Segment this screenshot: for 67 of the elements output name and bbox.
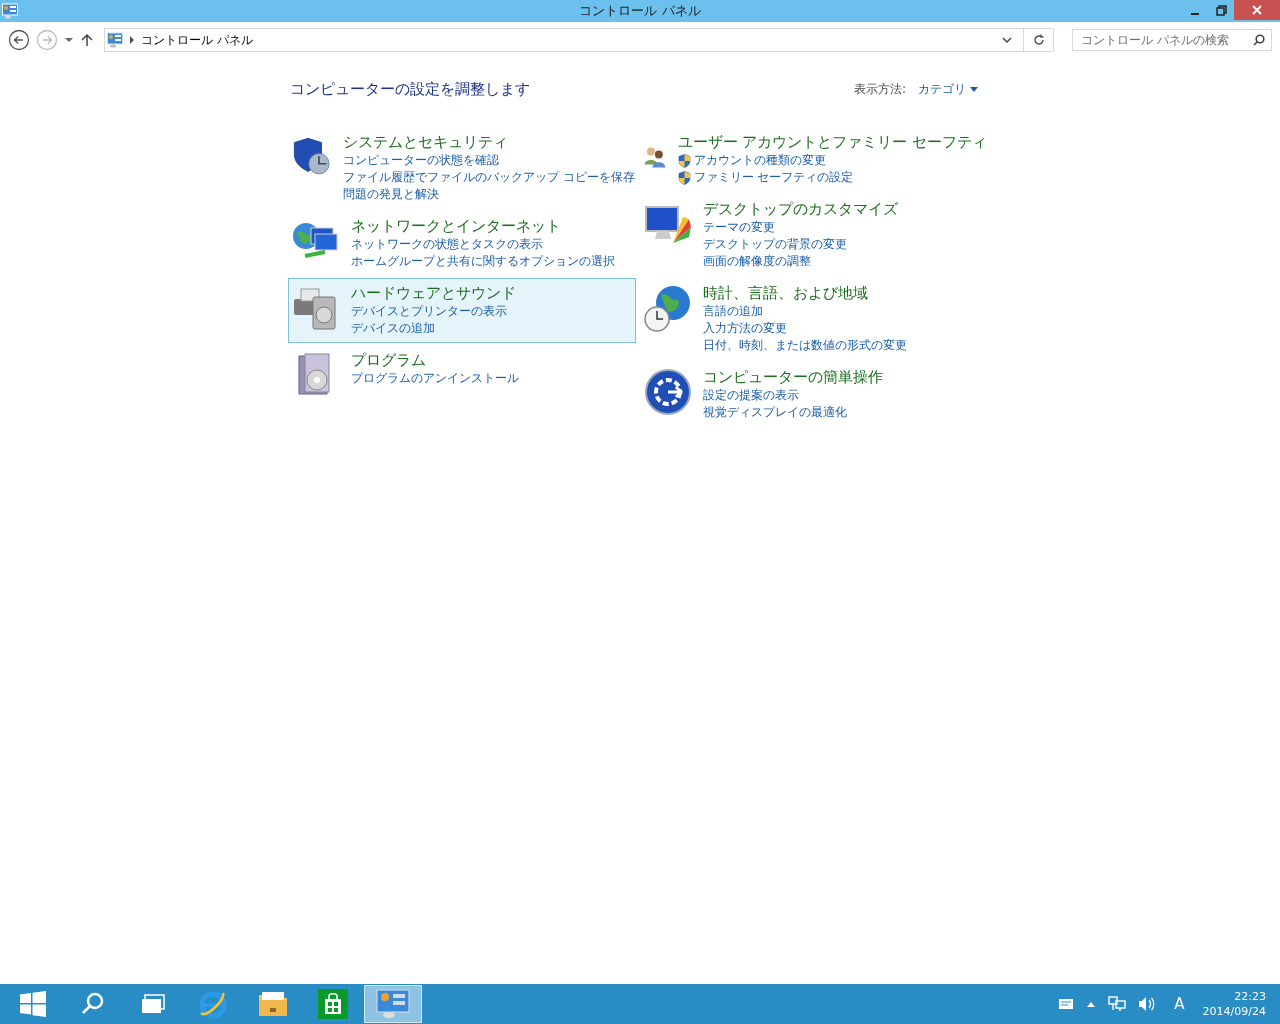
clock-date: 2014/09/24 [1202,1004,1266,1019]
task-link[interactable]: ホームグループと共有に関するオプションの選択 [351,253,615,270]
task-link[interactable]: 視覚ディスプレイの最適化 [703,404,883,421]
accessibility-icon [643,367,693,417]
task-link[interactable]: ファイル履歴でファイルのバックアップ コピーを保存 [343,169,635,186]
input-mode-button[interactable]: A [1168,995,1191,1013]
clock-time: 22:23 [1234,989,1266,1004]
category-link[interactable]: ハードウェアとサウンド [351,283,516,303]
category-link[interactable]: デスクトップのカスタマイズ [703,199,898,219]
task-link[interactable]: コンピューターの状態を確認 [343,152,635,169]
task-link[interactable]: デバイスとプリンターの表示 [351,303,516,320]
taskbar-button[interactable] [364,985,422,1023]
category-link[interactable]: コンピューターの簡単操作 [703,367,883,387]
recent-pages-button[interactable] [64,35,74,45]
view-by-label: 表示方法: [853,81,906,98]
search-icon [1253,34,1265,46]
globe-clock-icon [643,283,693,333]
address-bar[interactable]: コントロール パネル [104,28,1054,52]
window-title: コントロール パネル [578,2,702,20]
shield-icon [677,153,691,168]
page-heading: コンピューターの設定を調整します [290,80,530,99]
restore-icon [1215,4,1227,16]
refresh-icon [1032,34,1045,46]
category-link[interactable]: ネットワークとインターネット [351,216,615,236]
control-panel-icon [376,989,410,1019]
close-button[interactable] [1234,0,1280,20]
back-button[interactable] [8,29,30,51]
task-link[interactable]: 入力方法の変更 [703,320,907,337]
forward-button[interactable] [36,29,58,51]
browser-e-icon [198,989,228,1019]
chevron-down-icon [1002,36,1012,44]
view-by-dropdown[interactable]: カテゴリ [918,81,978,98]
up-button[interactable] [80,33,94,47]
task-link[interactable]: ファミリー セーフティの設定 [677,169,987,186]
task-link[interactable]: 設定の提案の表示 [703,387,883,404]
category-link[interactable]: 時計、言語、および地域 [703,283,907,303]
control-panel-icon [107,32,123,48]
minimize-icon [1191,13,1199,15]
task-link[interactable]: プログラムのアンインストール [351,370,519,387]
category-link[interactable]: システムとセキュリティ [343,132,635,152]
task-link[interactable]: 画面の解像度の調整 [703,253,898,270]
search-field[interactable]: コントロール パネルの検索 [1072,29,1272,51]
category-link[interactable]: ユーザー アカウントとファミリー セーフティ [677,132,987,152]
shield-icon [677,170,691,185]
task-link[interactable]: ネットワークの状態とタスクの表示 [351,236,615,253]
task-link[interactable]: 言語の追加 [703,303,907,320]
task-link[interactable]: アカウントの種類の変更 [677,152,987,169]
folder-icon [258,991,288,1017]
search-icon [81,992,105,1016]
task-link[interactable]: 問題の発見と解決 [343,186,635,203]
network-icon[interactable] [1108,996,1127,1012]
task-link[interactable]: 日付、時刻、または数値の形式の変更 [703,337,907,354]
task-link[interactable]: デスクトップの背景の変更 [703,236,898,253]
windows-stack-icon [141,994,165,1014]
address-path: コントロール パネル [141,31,254,49]
task-link[interactable]: テーマの変更 [703,219,898,236]
category-link[interactable]: プログラム [351,350,519,370]
task-link[interactable]: デバイスの追加 [351,320,516,337]
close-icon [1252,5,1262,15]
volume-icon[interactable] [1138,996,1157,1012]
shopping-bag-icon [318,989,348,1019]
caret-icon [970,87,978,92]
control-panel-icon [2,3,18,19]
keyboard-icon[interactable] [1058,998,1075,1010]
windows-logo-icon [20,991,46,1017]
chevron-right-icon [129,36,135,44]
show-hidden-icons-button[interactable] [1086,1000,1097,1008]
